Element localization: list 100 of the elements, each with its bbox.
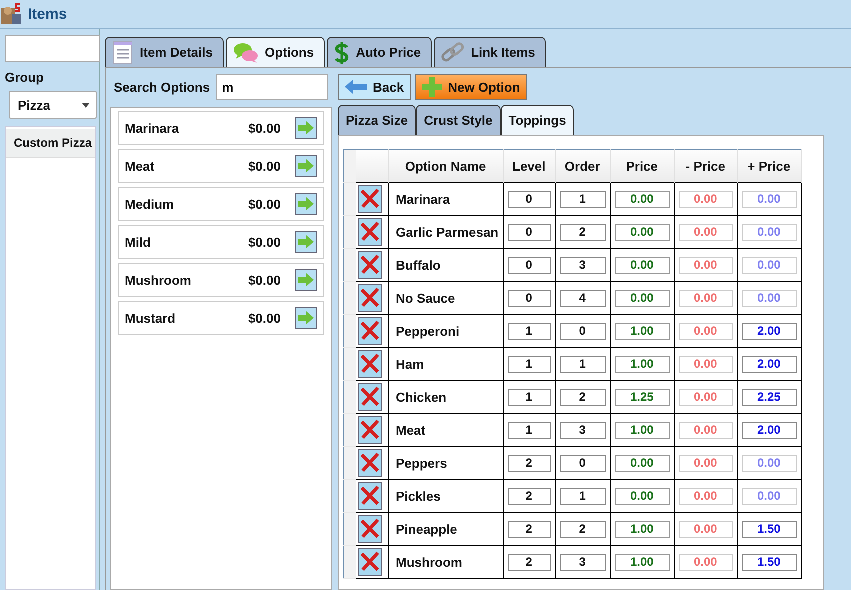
- table-cell: Buffalo: [388, 248, 504, 282]
- tab[interactable]: Link Items: [434, 37, 546, 67]
- order-field[interactable]: 3: [560, 554, 606, 570]
- list-item[interactable]: Custom Pizza: [6, 129, 95, 158]
- new-option-button[interactable]: New Option: [415, 74, 528, 100]
- back-button[interactable]: Back: [338, 74, 412, 100]
- column-header[interactable]: Order: [555, 150, 610, 182]
- plus-price-field[interactable]: 2.25: [742, 388, 797, 406]
- price-field[interactable]: 1.00: [614, 422, 670, 438]
- level-field[interactable]: 1: [508, 388, 551, 406]
- price-field[interactable]: 1.00: [614, 520, 670, 538]
- plus-icon: [422, 77, 442, 97]
- caret-icon: [82, 102, 90, 108]
- delete-icon[interactable]: [358, 449, 382, 477]
- table-cell: Chicken: [388, 380, 504, 414]
- price-field[interactable]: 1.00: [614, 554, 670, 570]
- tab[interactable]: Item Details: [105, 37, 224, 67]
- delete-icon[interactable]: [358, 317, 382, 345]
- search-field[interactable]: [5, 35, 100, 62]
- price-field[interactable]: 0.00: [614, 190, 670, 208]
- delete-icon[interactable]: [358, 515, 382, 543]
- price-field[interactable]: 1.00: [614, 356, 670, 372]
- column-header[interactable]: + Price: [737, 150, 802, 182]
- table-cell: No Sauce: [388, 282, 504, 314]
- option-name: Marinara: [125, 120, 180, 136]
- level-field[interactable]: 0: [508, 190, 551, 208]
- delete-icon[interactable]: [358, 185, 382, 213]
- order-field[interactable]: 1: [560, 190, 606, 208]
- order-field[interactable]: 0: [560, 322, 606, 340]
- column-header[interactable]: Level: [503, 150, 556, 182]
- table-cell: Ham: [388, 348, 504, 380]
- order-field[interactable]: 4: [560, 290, 606, 306]
- delete-icon[interactable]: [358, 284, 382, 312]
- document-icon: [112, 40, 134, 64]
- price-field[interactable]: 0.00: [614, 256, 670, 274]
- price-field[interactable]: 0.00: [614, 454, 670, 472]
- plus-price-field[interactable]: 2.00: [742, 356, 797, 372]
- option-name: Medium: [125, 196, 176, 212]
- level-field[interactable]: 2: [508, 520, 551, 538]
- tab[interactable]: Pizza Size: [338, 105, 416, 135]
- arrow-right-icon[interactable]: [295, 193, 317, 215]
- option-name: Mild: [125, 234, 152, 250]
- price-field[interactable]: 0.00: [614, 224, 670, 240]
- level-field[interactable]: 0: [508, 256, 551, 274]
- tab[interactable]: Toppings: [500, 105, 574, 135]
- level-field[interactable]: 1: [508, 322, 551, 340]
- plus-price-field[interactable]: 1.50: [742, 520, 797, 538]
- option-price: $0.00: [248, 120, 281, 136]
- delete-icon[interactable]: [358, 548, 382, 576]
- table-cell: Pickles: [388, 480, 504, 512]
- level-field[interactable]: 0: [508, 290, 551, 306]
- search-options-label: Search Options: [114, 80, 210, 94]
- price-field[interactable]: 0.00: [614, 488, 670, 504]
- order-field[interactable]: 2: [560, 520, 606, 538]
- level-field[interactable]: 1: [508, 356, 551, 372]
- group-dropdown[interactable]: Pizza: [9, 91, 97, 119]
- arrow-right-icon[interactable]: [295, 269, 317, 291]
- delete-icon[interactable]: [358, 350, 382, 378]
- tab[interactable]: Options: [226, 37, 326, 67]
- column-header[interactable]: Price: [610, 150, 674, 182]
- level-field[interactable]: 2: [508, 488, 551, 504]
- search-options-field[interactable]: m: [216, 74, 328, 100]
- order-field[interactable]: 0: [560, 454, 606, 472]
- table-cell: Marinara: [388, 182, 504, 216]
- level-field[interactable]: 0: [508, 224, 551, 240]
- order-field[interactable]: 3: [560, 256, 606, 274]
- plus-price-field[interactable]: 2.00: [742, 422, 797, 438]
- plus-price-field[interactable]: 2.00: [742, 322, 797, 340]
- order-field[interactable]: 2: [560, 388, 606, 406]
- price-field[interactable]: 1.25: [614, 388, 670, 406]
- order-field[interactable]: 3: [560, 422, 606, 438]
- window-title: Items: [28, 6, 68, 22]
- arrow-right-icon[interactable]: [295, 155, 317, 177]
- delete-icon[interactable]: [358, 218, 382, 246]
- delete-icon[interactable]: [358, 251, 382, 279]
- option-price: $0.00: [248, 234, 281, 250]
- table-cell: Peppers: [388, 446, 504, 480]
- arrow-right-icon[interactable]: [295, 231, 317, 253]
- speech-bubbles-icon: [232, 42, 259, 64]
- option-price: $0.00: [248, 158, 281, 174]
- column-header[interactable]: Option Name: [388, 150, 504, 182]
- delete-icon[interactable]: [358, 383, 382, 411]
- arrow-right-icon[interactable]: [295, 117, 317, 139]
- table-cell: Pineapple: [388, 512, 504, 546]
- delete-icon[interactable]: [358, 482, 382, 510]
- price-field[interactable]: 0.00: [614, 290, 670, 306]
- delete-icon[interactable]: [358, 416, 382, 444]
- order-field[interactable]: 2: [560, 224, 606, 240]
- level-field[interactable]: 2: [508, 454, 551, 472]
- plus-price-field[interactable]: 1.50: [742, 554, 797, 570]
- table-cell: Garlic Parmesan: [388, 216, 504, 248]
- tab[interactable]: Crust Style: [416, 105, 501, 135]
- price-field[interactable]: 1.00: [614, 322, 670, 340]
- tab[interactable]: Auto Price: [327, 37, 432, 67]
- arrow-right-icon[interactable]: [295, 307, 317, 329]
- level-field[interactable]: 2: [508, 554, 551, 570]
- column-header[interactable]: - Price: [674, 150, 738, 182]
- order-field[interactable]: 1: [560, 488, 606, 504]
- level-field[interactable]: 1: [508, 422, 551, 438]
- order-field[interactable]: 1: [560, 356, 606, 372]
